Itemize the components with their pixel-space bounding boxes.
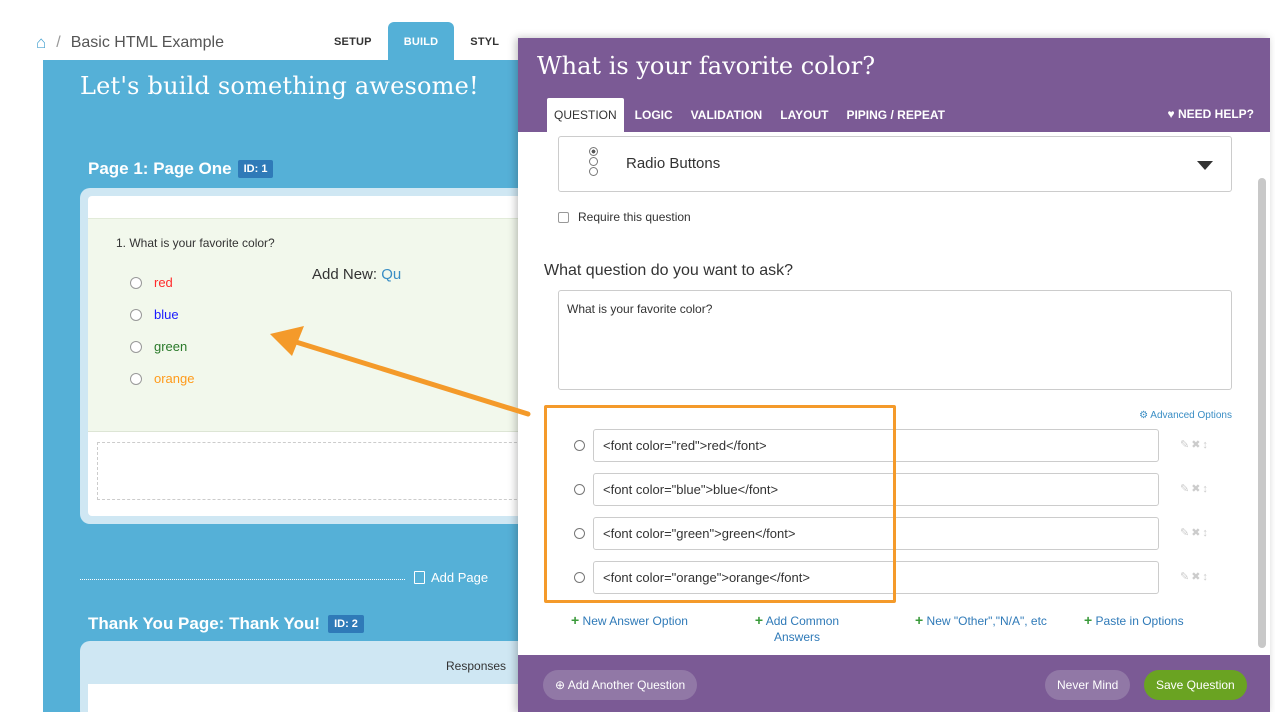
modal-tabs: QUESTION LOGIC VALIDATION LAYOUT PIPING … [547, 98, 956, 132]
add-another-question-button[interactable]: ⊕ Add Another Question [543, 670, 698, 700]
breadcrumb: ⌂ / Basic HTML Example [36, 33, 224, 53]
tab-style[interactable]: STYL [454, 22, 515, 60]
radio-icon[interactable] [130, 308, 142, 321]
new-answer-option-link[interactable]: + New Answer Option [571, 612, 688, 628]
document-icon [414, 571, 425, 584]
page2-id-badge: ID: 2 [328, 615, 364, 633]
add-new-question-link[interactable]: Qu [381, 266, 401, 283]
page1-card: 1. What is your favorite color? red blue… [88, 196, 523, 516]
add-another-question-label: Add Another Question [567, 678, 686, 692]
plus-icon: + [1084, 612, 1093, 628]
preview-option-label: red [154, 275, 173, 290]
add-new-label: Add New: [312, 266, 378, 283]
answer-tools[interactable]: ✎✖↕ [1180, 438, 1210, 451]
new-other-label: New "Other","N/A", etc [926, 614, 1047, 628]
radio-buttons-icon [589, 147, 598, 176]
page2-card [88, 684, 523, 712]
page-headline: Let's build something awesome! [80, 72, 479, 100]
tab-piping-repeat[interactable]: PIPING / REPEAT [839, 98, 951, 132]
question-preview[interactable] [88, 218, 523, 432]
require-question[interactable]: Require this question [558, 210, 691, 224]
radio-icon[interactable] [130, 372, 142, 385]
divider [80, 579, 405, 580]
advanced-options-link[interactable]: ⚙ Advanced Options [1139, 410, 1232, 421]
answer-tools[interactable]: ✎✖↕ [1180, 482, 1210, 495]
nav-tabs: SETUP BUILD STYL [318, 22, 515, 60]
tab-question[interactable]: QUESTION [547, 98, 624, 132]
answer-tools[interactable]: ✎✖↕ [1180, 526, 1210, 539]
new-answer-option-label: New Answer Option [582, 614, 688, 628]
tab-layout[interactable]: LAYOUT [773, 98, 835, 132]
question-type-select[interactable]: Radio Buttons [558, 136, 1232, 192]
page2-title: Thank You Page: Thank You! ID: 2 [88, 614, 364, 634]
new-other-link[interactable]: + New "Other","N/A", etc [915, 612, 1047, 628]
paste-in-options-label: Paste in Options [1095, 614, 1184, 628]
preview-option[interactable]: red [130, 275, 173, 290]
modal-header: What is your favorite color? QUESTION LO… [518, 38, 1270, 132]
plus-circle-icon: ⊕ [555, 678, 566, 692]
highlight-box [544, 405, 896, 603]
preview-option-label: orange [154, 371, 195, 386]
preview-option[interactable]: orange [130, 371, 194, 386]
responses-label: Responses [446, 659, 507, 673]
add-new-zone [97, 442, 523, 500]
need-help-link[interactable]: ♥ NEED HELP? [1168, 107, 1254, 121]
add-common-answers-link[interactable]: + Add Common Answers [742, 612, 852, 645]
require-checkbox[interactable] [558, 211, 569, 223]
ask-label: What question do you want to ask? [544, 262, 794, 279]
question-type-value: Radio Buttons [626, 155, 721, 172]
answer-tools[interactable]: ✎✖↕ [1180, 570, 1210, 583]
tab-build[interactable]: BUILD [387, 22, 455, 60]
plus-icon: + [915, 612, 924, 628]
never-mind-button[interactable]: Never Mind [1045, 670, 1131, 700]
modal-title: What is your favorite color? [537, 52, 876, 80]
add-page-button[interactable]: Add Page [414, 570, 488, 585]
preview-option[interactable]: green [130, 339, 187, 354]
add-common-answers-label: Add Common Answers [765, 614, 840, 644]
question-text-value: What is your favorite color? [567, 302, 713, 316]
breadcrumb-separator: / [56, 34, 61, 51]
save-question-button[interactable]: Save Question [1144, 670, 1247, 700]
question-editor-modal: What is your favorite color? QUESTION LO… [518, 38, 1270, 712]
page1-id-badge: ID: 1 [237, 160, 274, 178]
add-new: Add New: Qu [312, 266, 401, 283]
home-icon[interactable]: ⌂ [36, 33, 46, 53]
preview-option[interactable]: blue [130, 307, 179, 322]
page1-title-text[interactable]: Page 1: Page One [88, 159, 232, 179]
breadcrumb-project[interactable]: Basic HTML Example [71, 34, 224, 52]
preview-option-label: blue [154, 307, 179, 322]
radio-icon[interactable] [130, 340, 142, 353]
tab-setup[interactable]: SETUP [318, 22, 388, 60]
plus-icon: + [754, 612, 764, 628]
preview-option-label: green [154, 339, 188, 354]
chevron-down-icon [1197, 161, 1213, 170]
tab-logic[interactable]: LOGIC [628, 98, 680, 132]
question-preview-text: 1. What is your favorite color? [116, 236, 275, 250]
add-page-label: Add Page [431, 570, 489, 585]
plus-icon: + [571, 612, 580, 628]
page1-title: Page 1: Page One ID: 1 [88, 159, 274, 179]
radio-icon[interactable] [130, 276, 142, 289]
require-label: Require this question [578, 210, 691, 224]
tab-validation[interactable]: VALIDATION [684, 98, 770, 132]
paste-in-options-link[interactable]: + Paste in Options [1084, 612, 1184, 628]
page2-title-text[interactable]: Thank You Page: Thank You! [88, 614, 320, 634]
